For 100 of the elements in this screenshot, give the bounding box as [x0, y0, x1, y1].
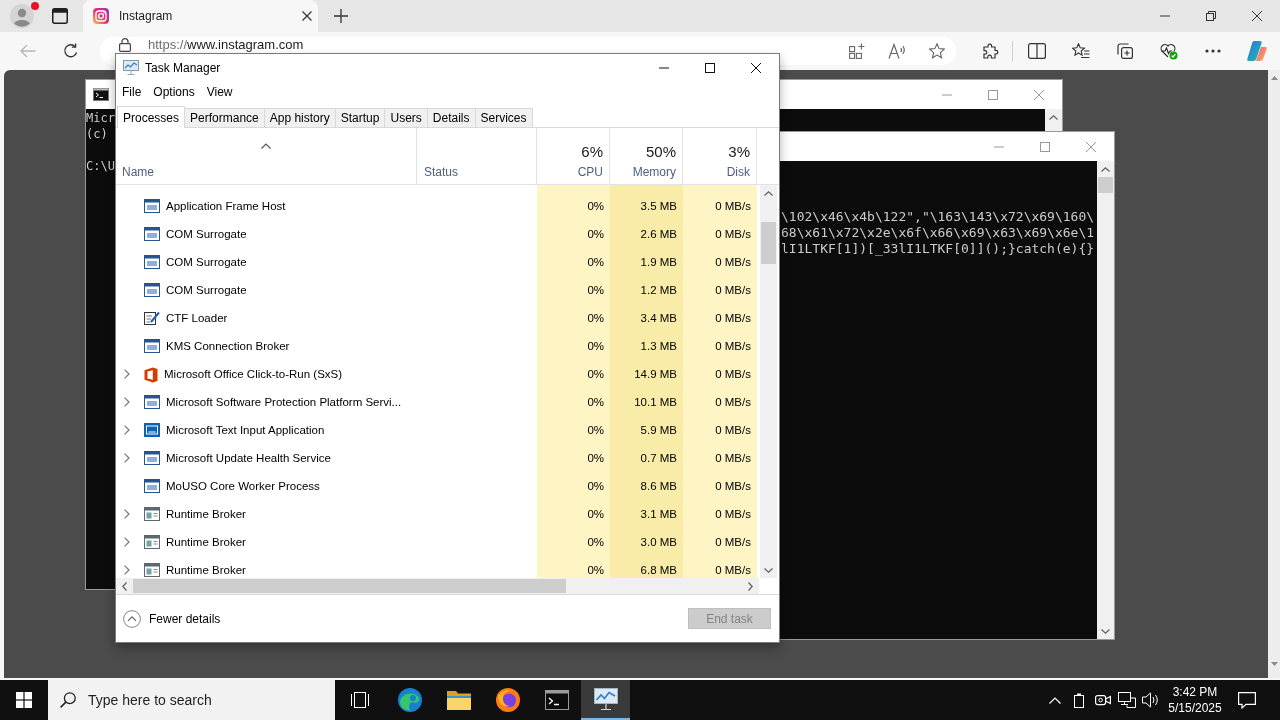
- usage-cell: 0 MB/s: [683, 388, 757, 416]
- chevron-right-icon[interactable]: [124, 425, 130, 435]
- chevron-right-icon[interactable]: [124, 369, 130, 379]
- terminal-icon[interactable]: [544, 690, 569, 710]
- lock-icon[interactable]: [119, 38, 131, 52]
- split-screen-icon[interactable]: [1028, 43, 1046, 59]
- window-icon: [144, 479, 160, 493]
- tab[interactable]: Processes: [117, 106, 186, 128]
- battery-icon[interactable]: [1074, 692, 1084, 708]
- task-view-icon[interactable]: [351, 692, 369, 708]
- minimize-icon[interactable]: [659, 66, 669, 69]
- tab[interactable]: Performance: [184, 108, 265, 127]
- page-scrollbar[interactable]: [1268, 70, 1280, 678]
- tab[interactable]: Services: [474, 108, 533, 127]
- clock-date[interactable]: 5/15/2025: [1168, 700, 1222, 716]
- sort-caret-icon[interactable]: [261, 143, 271, 149]
- process-name: Microsoft Text Input Application: [166, 423, 325, 437]
- column-label[interactable]: Name: [122, 164, 154, 180]
- star-icon[interactable]: [929, 43, 945, 59]
- menu-item[interactable]: Options: [147, 82, 201, 102]
- column-label[interactable]: Memory: [632, 164, 676, 180]
- column-label[interactable]: CPU: [577, 164, 603, 180]
- column-label[interactable]: Disk: [726, 164, 750, 180]
- search-icon: [60, 692, 76, 708]
- avatar-icon[interactable]: [10, 4, 34, 28]
- process-name: Application Frame Host: [166, 199, 286, 213]
- vertical-scrollbar[interactable]: [1097, 161, 1114, 639]
- window-frame-icon[interactable]: [52, 8, 68, 24]
- process-name: KMS Connection Broker: [166, 339, 290, 353]
- chevron-up-icon[interactable]: [1049, 114, 1058, 120]
- chevron-up-icon[interactable]: [1101, 166, 1110, 172]
- more-icon[interactable]: [1205, 49, 1221, 53]
- chevron-up-circle-icon[interactable]: [123, 609, 141, 628]
- flame-globe-icon[interactable]: [495, 688, 520, 712]
- restore-icon[interactable]: [1206, 11, 1216, 21]
- column-label[interactable]: Status: [424, 164, 459, 180]
- scroll-thumb[interactable]: [761, 222, 776, 264]
- monitor-chart-icon[interactable]: [593, 688, 618, 710]
- maximize-icon[interactable]: [705, 62, 715, 73]
- heart-pulse-icon[interactable]: [1160, 42, 1178, 60]
- speech-bubble-icon[interactable]: [1238, 691, 1256, 709]
- usage-cell: 0.7 MB: [610, 444, 683, 472]
- close-icon[interactable]: [1252, 11, 1262, 21]
- windows-logo-icon[interactable]: [16, 692, 32, 708]
- chevron-right-icon[interactable]: [124, 453, 130, 463]
- usage-cell: 0%: [537, 192, 610, 220]
- process-name: Microsoft Office Click-to-Run (SxS): [164, 367, 343, 381]
- chevron-right-icon[interactable]: [748, 581, 753, 591]
- squares-plus-icon[interactable]: [1117, 43, 1133, 59]
- window-icon: [144, 283, 160, 297]
- chevron-right-icon[interactable]: [124, 397, 130, 407]
- process-name: Microsoft Software Protection Platform Servi...: [166, 395, 402, 409]
- close-icon[interactable]: [751, 62, 761, 73]
- clock-time[interactable]: 3:42 PM: [1172, 684, 1218, 700]
- network-icon[interactable]: [1118, 692, 1136, 708]
- tab[interactable]: App history: [263, 108, 336, 127]
- usage-cell: 1.3 MB: [610, 332, 683, 360]
- chevron-up-icon[interactable]: [764, 190, 773, 196]
- grid-plus-icon[interactable]: [849, 43, 865, 59]
- taskbar-app-button[interactable]: [581, 680, 630, 720]
- search-field[interactable]: Type here to search: [48, 680, 335, 720]
- plus-icon[interactable]: [334, 9, 348, 23]
- vertical-scrollbar[interactable]: [760, 185, 777, 578]
- usage-cell: 14.9 MB: [610, 360, 683, 388]
- text-speech-icon[interactable]: [888, 43, 906, 59]
- caret-up-icon[interactable]: [1049, 696, 1061, 704]
- menu-item[interactable]: View: [200, 82, 239, 102]
- window-icon: [144, 227, 160, 241]
- webcam-icon[interactable]: [1095, 692, 1111, 708]
- close-icon[interactable]: [302, 11, 312, 21]
- scroll-thumb[interactable]: [1098, 177, 1113, 193]
- star-list-icon[interactable]: [1072, 43, 1090, 59]
- menu-item[interactable]: File: [116, 82, 148, 102]
- horizontal-scrollbar[interactable]: [116, 578, 759, 594]
- tab[interactable]: Startup: [334, 108, 386, 127]
- scroll-up-arrow-icon[interactable]: [1270, 76, 1278, 80]
- browser-tab[interactable]: Instagram: [83, 0, 318, 32]
- chevron-right-icon[interactable]: [124, 509, 130, 519]
- speaker-icon[interactable]: [1142, 692, 1160, 708]
- window-icon: [144, 255, 160, 269]
- chevron-right-icon[interactable]: [124, 537, 130, 547]
- swirl-browser-icon[interactable]: [397, 688, 422, 712]
- chevron-right-icon[interactable]: [124, 565, 130, 575]
- swirl-logo-icon[interactable]: [1247, 41, 1267, 61]
- puzzle-icon[interactable]: [983, 43, 999, 59]
- folder-icon[interactable]: [446, 690, 471, 710]
- usage-cell: 0%: [537, 304, 610, 332]
- process-name: Microsoft Update Health Service: [166, 451, 331, 465]
- refresh-icon[interactable]: [63, 43, 79, 59]
- scroll-down-arrow-icon[interactable]: [1270, 662, 1278, 666]
- tab[interactable]: Users: [384, 108, 428, 127]
- fewer-details-button[interactable]: Fewer details: [123, 609, 221, 628]
- usage-cell: 8.6 MB: [610, 472, 683, 500]
- tab[interactable]: Details: [426, 108, 476, 127]
- chevron-down-icon[interactable]: [764, 567, 773, 573]
- scroll-thumb[interactable]: [133, 579, 566, 593]
- chevron-down-icon[interactable]: [1101, 628, 1110, 634]
- vertical-scrollbar[interactable]: [1045, 109, 1062, 131]
- camera-icon: [93, 8, 109, 24]
- chevron-left-icon[interactable]: [122, 581, 127, 591]
